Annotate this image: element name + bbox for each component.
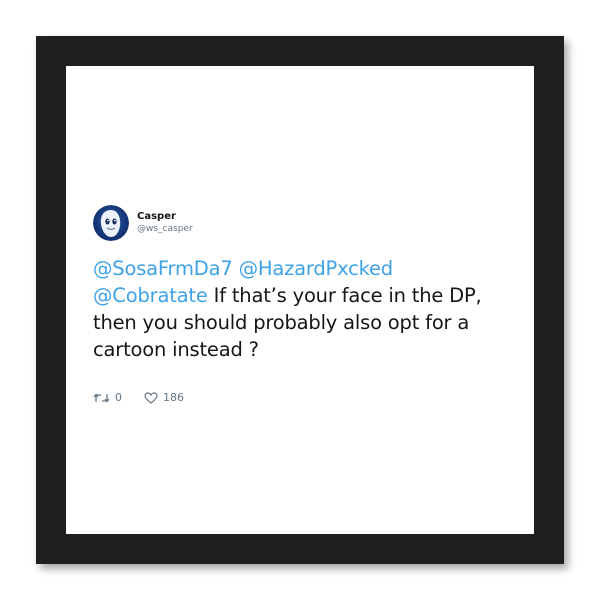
mention-link[interactable]: @Cobratate: [93, 284, 208, 307]
page-background: Casper @ws_casper @SosaFrmDa7 @HazardPxc…: [0, 0, 600, 600]
mention-link[interactable]: @HazardPxcked: [239, 257, 394, 280]
tweet-line-3: then you should probably also opt for a: [93, 311, 470, 334]
heart-icon: [144, 391, 158, 404]
mention-link[interactable]: @SosaFrmDa7: [93, 257, 233, 280]
tweet-text: @SosaFrmDa7 @HazardPxcked @Cobratate If …: [93, 255, 513, 363]
like-count: 186: [163, 391, 184, 404]
like-button[interactable]: 186: [144, 391, 184, 404]
tweet-actions: 0 186: [93, 391, 513, 404]
tweet-card: Casper @ws_casper @SosaFrmDa7 @HazardPxc…: [93, 203, 513, 404]
retweet-icon: [93, 392, 110, 403]
picture-frame: Casper @ws_casper @SosaFrmDa7 @HazardPxc…: [36, 36, 564, 564]
retweet-count: 0: [115, 391, 122, 404]
tweet-line-2: @Cobratate If that’s your face in the DP…: [93, 282, 513, 309]
frame-mat: Casper @ws_casper @SosaFrmDa7 @HazardPxc…: [66, 66, 534, 534]
display-name[interactable]: Casper: [137, 210, 193, 223]
tweet-header: Casper @ws_casper: [93, 203, 513, 243]
retweet-button[interactable]: 0: [93, 391, 122, 404]
tweet-line-1: @SosaFrmDa7 @HazardPxcked: [93, 255, 513, 282]
user-info: Casper @ws_casper: [137, 210, 193, 236]
tweet-text-segment: If that’s your face in the DP,: [213, 284, 482, 307]
avatar[interactable]: [93, 205, 129, 241]
casper-ghost-icon: [93, 205, 129, 241]
tweet-line-4: cartoon instead ?: [93, 338, 259, 361]
user-handle[interactable]: @ws_casper: [137, 223, 193, 236]
